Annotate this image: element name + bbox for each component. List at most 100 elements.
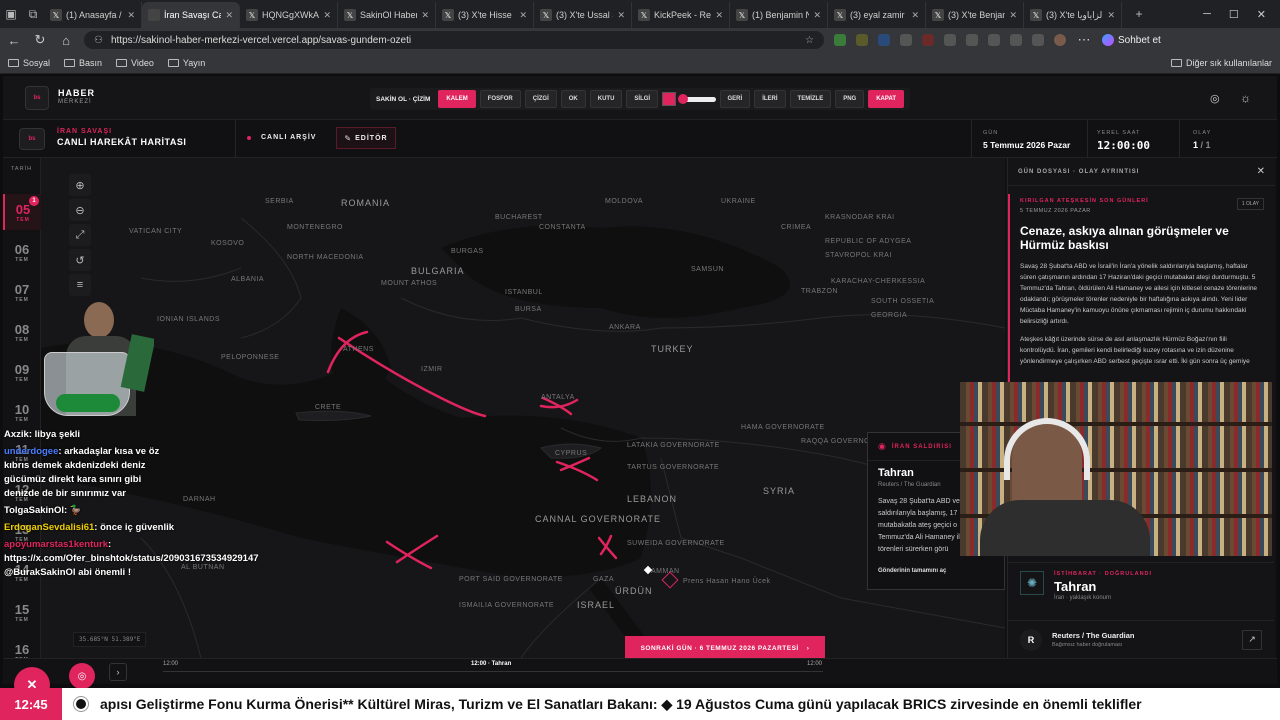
back-icon[interactable]: ←	[6, 33, 22, 48]
next-day-button[interactable]: SONRAKİ GÜN · 6 TEMMUZ 2026 PAZARTESİ ›	[625, 636, 825, 658]
browser-tab[interactable]: 𝕏 (3) X'te الزاياويا ✕	[1024, 2, 1122, 28]
date-item[interactable]: 05 TEM 1	[3, 194, 41, 230]
window-menu-icon[interactable]: ▣	[0, 3, 22, 25]
browser-tab[interactable]: 𝕏 SakinOl Haber M✕	[338, 2, 436, 28]
browser-tab[interactable]: 𝕏 KickPeek - Real-t✕	[632, 2, 730, 28]
tab-close-icon[interactable]: ✕	[617, 10, 625, 21]
extension-icon[interactable]	[900, 34, 912, 46]
bookmark-folder[interactable]: Basın	[64, 58, 102, 68]
extension-icon[interactable]	[966, 34, 978, 46]
pen-color-swatch[interactable]	[662, 92, 677, 106]
bookmark-folder[interactable]: Video	[116, 58, 154, 68]
tab-close-icon[interactable]: ✕	[813, 10, 821, 21]
favorite-star-icon[interactable]: ☆	[805, 35, 814, 46]
bookmark-folder[interactable]: Sosyal	[8, 58, 50, 68]
browser-tab[interactable]: 𝕏 (3) X'te Ussal Sah ✕	[534, 2, 632, 28]
sub-header: bs İRAN SAVAŞI CANLI HAREKÂT HARİTASI CA…	[3, 120, 1277, 158]
tab-favicon-icon: 𝕏	[638, 9, 650, 21]
slider-handle[interactable]	[678, 93, 689, 104]
undo-button[interactable]: GERİ	[719, 90, 751, 108]
timeline-track[interactable]	[163, 671, 823, 672]
line-tool-button[interactable]: ÇİZGİ	[524, 90, 557, 108]
tab-close-icon[interactable]: ✕	[1009, 10, 1017, 21]
layers-button[interactable]: ≡	[69, 274, 91, 296]
fullscreen-button[interactable]: ⤢	[69, 224, 91, 246]
box-tool-button[interactable]: KUTU	[589, 90, 623, 108]
tab-title: HQNGgXWkAA	[262, 10, 320, 20]
streamer-overlay-image	[26, 302, 154, 420]
day-block: GÜN 5 Temmuz 2026 Pazar	[983, 130, 1070, 150]
source-card[interactable]: R Reuters / The Guardian Bağımsız haber …	[1008, 620, 1274, 658]
extension-icon[interactable]	[988, 34, 1000, 46]
popup-open-link[interactable]: Gönderinin tamamını aç	[878, 568, 994, 574]
browser-tab[interactable]: 𝕏 (3) X'te Benjamin ✕	[926, 2, 1024, 28]
other-bookmarks[interactable]: Diğer sık kullanılanlar	[1170, 58, 1272, 68]
browser-tab[interactable]: 𝕏 (1) Anasayfa / X ✕	[44, 2, 142, 28]
external-link-icon[interactable]: ↗	[1242, 629, 1262, 650]
profile-avatar[interactable]	[1054, 34, 1066, 46]
close-window-icon[interactable]: ✕	[1257, 8, 1266, 21]
tab-close-icon[interactable]: ✕	[715, 10, 723, 21]
reload-icon[interactable]: ↻	[32, 32, 48, 48]
date-item[interactable]: 07 TEM	[3, 274, 41, 303]
tab-close-icon[interactable]: ✕	[127, 10, 135, 21]
copilot-button[interactable]: Sohbet et	[1102, 34, 1161, 46]
intel-card[interactable]: ✺ İSTİHBARAT · DOĞRULANDI Tahran İran · …	[1008, 562, 1274, 606]
redo-button[interactable]: İLERİ	[754, 90, 786, 108]
map-label: PORT SAID GOVERNORATE	[459, 576, 563, 583]
arrow-tool-button[interactable]: OK	[560, 90, 586, 108]
live-archive-tab[interactable]: CANLI ARŞİV	[247, 134, 316, 141]
target-icon[interactable]: ◎	[1210, 92, 1220, 105]
png-export-button[interactable]: PNG	[835, 90, 865, 108]
eraser-tool-button[interactable]: SİLGİ	[626, 90, 659, 108]
theme-icon[interactable]: ☼	[1240, 91, 1251, 105]
browser-tab[interactable]: 𝕏 (1) Benjamin Net ✕	[730, 2, 828, 28]
close-toolbar-button[interactable]: KAPAT	[868, 90, 904, 108]
map-label: ANKARA	[609, 324, 641, 331]
browser-tab[interactable]: İran Savaşı Canlı ✕	[142, 2, 240, 28]
browser-tab[interactable]: 𝕏 (3) X'te Hisse Par ✕	[436, 2, 534, 28]
home-icon[interactable]: ⌂	[58, 33, 74, 48]
minimize-icon[interactable]: ─	[1203, 8, 1211, 21]
tab-close-icon[interactable]: ✕	[225, 10, 233, 21]
extension-icon[interactable]	[1010, 34, 1022, 46]
site-info-icon[interactable]: ⚇	[94, 35, 103, 46]
tab-close-icon[interactable]: ✕	[323, 10, 331, 21]
tab-close-icon[interactable]: ✕	[421, 10, 429, 21]
url-field[interactable]: ⚇ https://sakinol-haber-merkezi-vercel.v…	[84, 31, 824, 49]
tab-actions-icon[interactable]: ⧉	[22, 3, 44, 25]
extension-icon[interactable]	[878, 34, 890, 46]
tab-close-icon[interactable]: ✕	[1107, 10, 1115, 21]
extension-icon[interactable]	[834, 34, 846, 46]
reset-view-button[interactable]: ↺	[69, 249, 91, 271]
map-label: MONTENEGRO	[287, 224, 343, 231]
play-button[interactable]: ◎	[69, 663, 95, 689]
app-header: bs HABER MERKEZİ SAKİN OL · ÇİZİM KALEM …	[3, 76, 1277, 120]
map-label: SUWEIDA GOVERNORATE	[627, 540, 725, 547]
date-item[interactable]: 06 TEM	[3, 234, 41, 263]
extension-icon[interactable]	[856, 34, 868, 46]
tab-close-icon[interactable]: ✕	[911, 10, 919, 21]
extension-icon[interactable]	[944, 34, 956, 46]
maximize-icon[interactable]: ☐	[1229, 8, 1239, 21]
pen-tool-button[interactable]: KALEM	[438, 90, 476, 108]
zoom-in-button[interactable]: ⊕	[69, 174, 91, 196]
highlighter-tool-button[interactable]: FOSFOR	[479, 90, 521, 108]
timeline-strip[interactable]: 12:00 12:00 · Tahran 12:00 ◎ ›	[3, 658, 1277, 689]
editor-button[interactable]: ✎ EDİTÖR	[336, 127, 396, 149]
panel-close-icon[interactable]: ✕	[1257, 166, 1265, 177]
zoom-out-button[interactable]: ⊖	[69, 199, 91, 221]
date-item[interactable]: 15 TEM	[3, 594, 41, 623]
tab-close-icon[interactable]: ✕	[519, 10, 527, 21]
browser-tab[interactable]: 𝕏 (3) eyal zamir - A ✕	[828, 2, 926, 28]
map-canvas[interactable]: ROMANIA BUCHAREST MOLDOVA UKRAINE CRIMEA CONS…	[41, 158, 1005, 658]
bookmark-folder[interactable]: Yayın	[167, 58, 205, 68]
clear-button[interactable]: TEMİZLE	[789, 90, 832, 108]
extension-icon[interactable]	[922, 34, 934, 46]
more-menu-icon[interactable]: ⋯	[1076, 32, 1092, 48]
next-button[interactable]: ›	[109, 663, 127, 681]
new-tab-button[interactable]: +	[1128, 3, 1150, 25]
extension-icon[interactable]	[1032, 34, 1044, 46]
browser-tab[interactable]: 𝕏 HQNGgXWkAA ✕	[240, 2, 338, 28]
stroke-size-slider[interactable]	[678, 93, 716, 104]
